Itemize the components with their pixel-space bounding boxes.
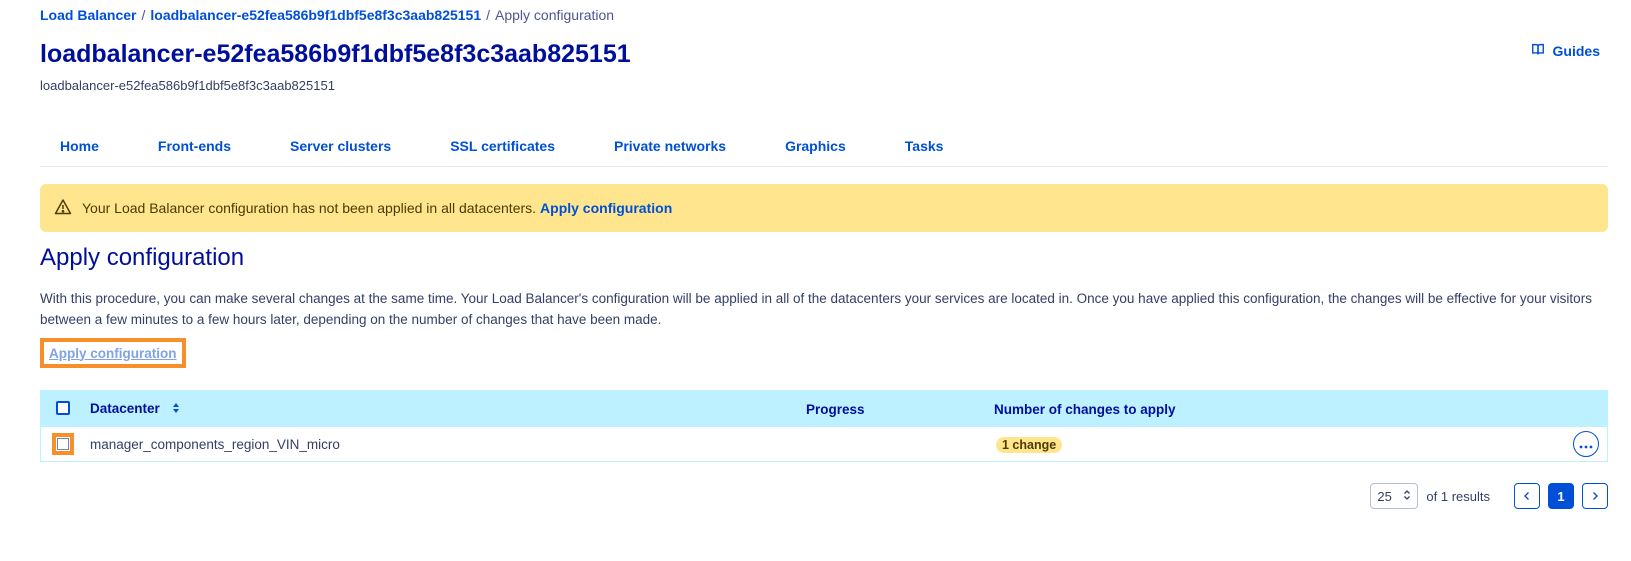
pagination: 25 of 1 results 1: [1370, 483, 1608, 509]
row-select-checkbox[interactable]: [52, 433, 74, 455]
column-datacenter[interactable]: Datacenter: [90, 401, 180, 417]
row-changes: 1 change: [996, 436, 1063, 453]
breadcrumb-link-load-balancer[interactable]: Load Balancer: [40, 7, 136, 23]
section-title: Apply configuration: [40, 244, 245, 271]
page-button-1[interactable]: 1: [1548, 483, 1574, 509]
tab-bar: Home Front-ends Server clusters SSL cert…: [40, 130, 1608, 167]
page-size-select[interactable]: 25: [1370, 483, 1419, 509]
guides-label: Guides: [1552, 42, 1600, 59]
tab-server-clusters[interactable]: Server clusters: [290, 130, 391, 166]
procedure-description: With this procedure, you can make severa…: [40, 291, 1592, 327]
breadcrumb-link-loadbalancer[interactable]: loadbalancer-e52fea586b9f1dbf5e8f3c3aab8…: [150, 7, 481, 23]
tab-private-networks[interactable]: Private networks: [614, 130, 726, 166]
select-all-checkbox-wrap: [56, 401, 70, 415]
sort-icon[interactable]: [172, 402, 180, 417]
select-all-checkbox[interactable]: [56, 401, 70, 415]
book-icon: [1531, 42, 1545, 59]
page-subtitle: loadbalancer-e52fea586b9f1dbf5e8f3c3aab8…: [40, 78, 335, 93]
tab-graphics[interactable]: Graphics: [785, 130, 846, 166]
ellipsis-icon: [1579, 436, 1593, 452]
tab-front-ends[interactable]: Front-ends: [158, 130, 231, 166]
breadcrumb: Load Balancer / loadbalancer-e52fea586b9f1…: [40, 6, 614, 24]
column-datacenter-label: Datacenter: [90, 401, 160, 417]
row-checkbox-box: [57, 438, 69, 450]
changes-badge: 1 change: [996, 436, 1063, 453]
apply-configuration-button[interactable]: Apply configuration: [40, 338, 186, 368]
row-actions-button[interactable]: [1573, 431, 1599, 457]
guides-button[interactable]: Guides: [1531, 42, 1600, 59]
next-page-button[interactable]: [1582, 483, 1608, 509]
alert-apply-configuration-link[interactable]: Apply configuration: [540, 200, 672, 216]
page-size-value: 25: [1377, 488, 1392, 504]
tab-ssl-certificates[interactable]: SSL certificates: [450, 130, 555, 166]
warning-alert: Your Load Balancer configuration has not…: [40, 184, 1608, 232]
tab-home[interactable]: Home: [60, 130, 99, 166]
table-row: manager_components_region_VIN_micro 1 ch…: [41, 427, 1607, 461]
breadcrumb-separator: /: [486, 7, 491, 23]
chevron-left-icon: [1523, 489, 1531, 504]
column-progress: Progress: [806, 401, 865, 417]
datacenter-table: Datacenter Progress Number of changes to…: [40, 390, 1608, 462]
alert-message: Your Load Balancer configuration has not…: [82, 200, 537, 216]
breadcrumb-separator: /: [141, 7, 146, 23]
warning-triangle-icon: [54, 198, 82, 219]
column-changes: Number of changes to apply: [994, 401, 1176, 417]
row-datacenter: manager_components_region_VIN_micro: [90, 436, 340, 452]
page-title: loadbalancer-e52fea586b9f1dbf5e8f3c3aab8…: [40, 40, 631, 68]
select-arrows-icon: [1403, 489, 1411, 504]
results-count: of 1 results: [1426, 488, 1490, 504]
breadcrumb-current: Apply configuration: [495, 7, 615, 23]
previous-page-button[interactable]: [1514, 483, 1540, 509]
table-header: Datacenter Progress Number of changes to…: [41, 391, 1607, 427]
chevron-right-icon: [1591, 489, 1599, 504]
tab-tasks[interactable]: Tasks: [905, 130, 944, 166]
